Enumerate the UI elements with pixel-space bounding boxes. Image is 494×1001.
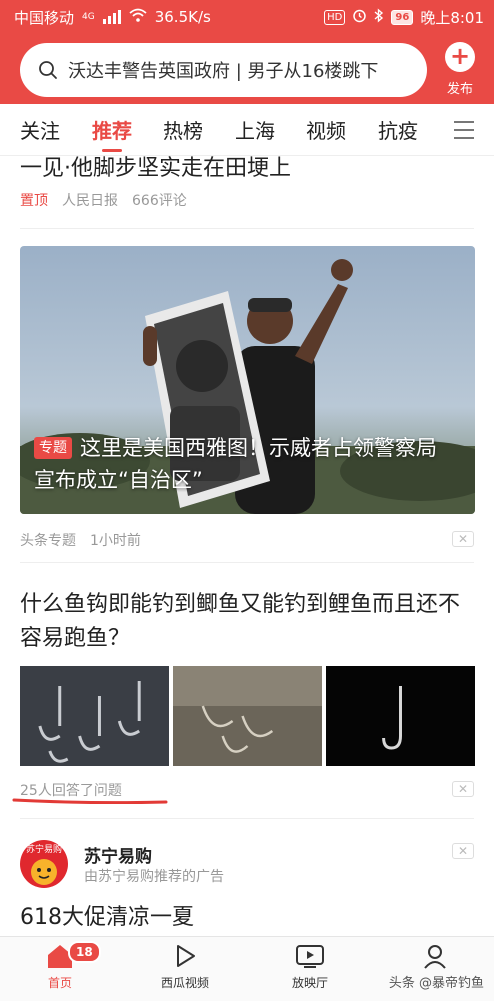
feature-caption[interactable]: 专题 这里是美国西雅图！示威者占领警察局 宣布成立“自治区” [34,432,461,496]
channel-tabs: 关注 推荐 热榜 上海 视频 抗疫 [0,104,494,156]
bottom-navigation: 18 首页 西瓜视频 放映厅 头条 @暴帝钓鱼 [0,936,494,1001]
feature-time: 1小时前 [90,533,141,549]
tab-video[interactable]: 视频 [306,115,346,144]
nav-xigua-label: 西瓜视频 [160,976,209,990]
divider [20,818,474,819]
tab-shanghai[interactable]: 上海 [235,115,275,144]
channel-menu-icon[interactable] [454,121,474,139]
qa-title[interactable]: 什么鱼钩即能钓到鲫鱼又能钓到鲤鱼而且还不容易跑鱼？ [20,588,475,656]
signal-icon [102,10,121,24]
nav-mine[interactable] [395,943,475,969]
nav-cinema[interactable]: 放映厅 [270,943,350,991]
tv-icon [296,945,324,968]
advertiser-name[interactable]: 苏宁易购 [84,842,152,867]
feature-headline: 这里是美国西雅图！示威者占领警察局 宣布成立“自治区” [34,436,437,492]
pinned-badge: 置顶 [20,193,48,209]
app-header: 中国移动 4G 36.5K/s HD 96 晚上8:01 沃达丰警告英国政府 |… [0,0,494,104]
watermark: 头条 @暴帝钓鱼 [388,976,484,991]
nav-home-label: 首页 [47,976,72,990]
topic-tag: 专题 [34,437,72,459]
carrier-label: 中国移动 [14,8,75,27]
dismiss-button[interactable]: ✕ [452,781,474,797]
feature-meta: 头条专题 1小时前 [20,530,141,550]
search-icon [38,60,58,80]
ad-headline[interactable]: 618大促清凉一夏 [20,901,194,935]
wifi-icon [129,8,147,26]
network-speed: 36.5K/s [154,8,211,26]
status-bar: 中国移动 4G 36.5K/s HD 96 晚上8:01 [0,0,494,34]
story-source: 人民日报 [62,193,118,209]
notification-badge: 18 [68,941,101,963]
profile-icon [424,945,446,969]
plus-icon: + [445,42,475,72]
fishhook-image-3 [326,666,475,766]
search-bar[interactable] [20,43,427,97]
battery-icon: 96 [391,9,414,25]
publish-button[interactable]: + 发布 [440,42,480,97]
fishhook-image-2 [173,666,322,766]
alarm-icon [352,8,367,27]
story-title[interactable]: 一见·他脚步坚实走在田埂上 [20,156,474,186]
fishhook-image-1 [20,666,169,766]
tab-hot[interactable]: 热榜 [163,115,203,144]
play-icon [177,945,195,967]
feature-source: 头条专题 [20,533,76,549]
divider [20,228,474,229]
tab-recommend[interactable]: 推荐 [92,115,132,152]
ad-subtitle: 由苏宁易购推荐的广告 [84,869,224,885]
news-feed[interactable]: 一见·他脚步坚实走在田埂上 置顶 人民日报 666评论 专题 这里是美国西雅图！… [0,156,494,936]
feature-card[interactable]: 专题 这里是美国西雅图！示威者占领警察局 宣布成立“自治区” [20,246,475,514]
divider [20,562,474,563]
nav-xigua-video[interactable]: 西瓜视频 [145,943,225,991]
tab-antiepidemic[interactable]: 抗疫 [378,115,418,144]
tab-follow[interactable]: 关注 [20,115,60,144]
network-type: 4G [82,12,95,22]
hd-icon: HD [324,9,346,25]
nav-cinema-label: 放映厅 [291,976,328,990]
answer-count: 25人回答了问题 [20,783,122,799]
dismiss-button[interactable]: ✕ [452,843,474,859]
story-comments: 666评论 [132,193,187,209]
qa-thumbnails[interactable] [20,666,475,766]
clock: 晚上8:01 [420,8,484,27]
top-story[interactable]: 一见·他脚步坚实走在田埂上 置顶 人民日报 666评论 [20,156,474,210]
dismiss-button[interactable]: ✕ [452,531,474,547]
bluetooth-icon [374,7,384,27]
search-input[interactable] [68,59,413,81]
qa-meta: 25人回答了问题 [20,780,122,800]
hand-drawn-underline [12,798,168,804]
nav-home[interactable]: 18 首页 [20,941,101,991]
publish-label: 发布 [446,82,473,97]
suning-logo[interactable]: 苏宁易购 [20,840,68,888]
